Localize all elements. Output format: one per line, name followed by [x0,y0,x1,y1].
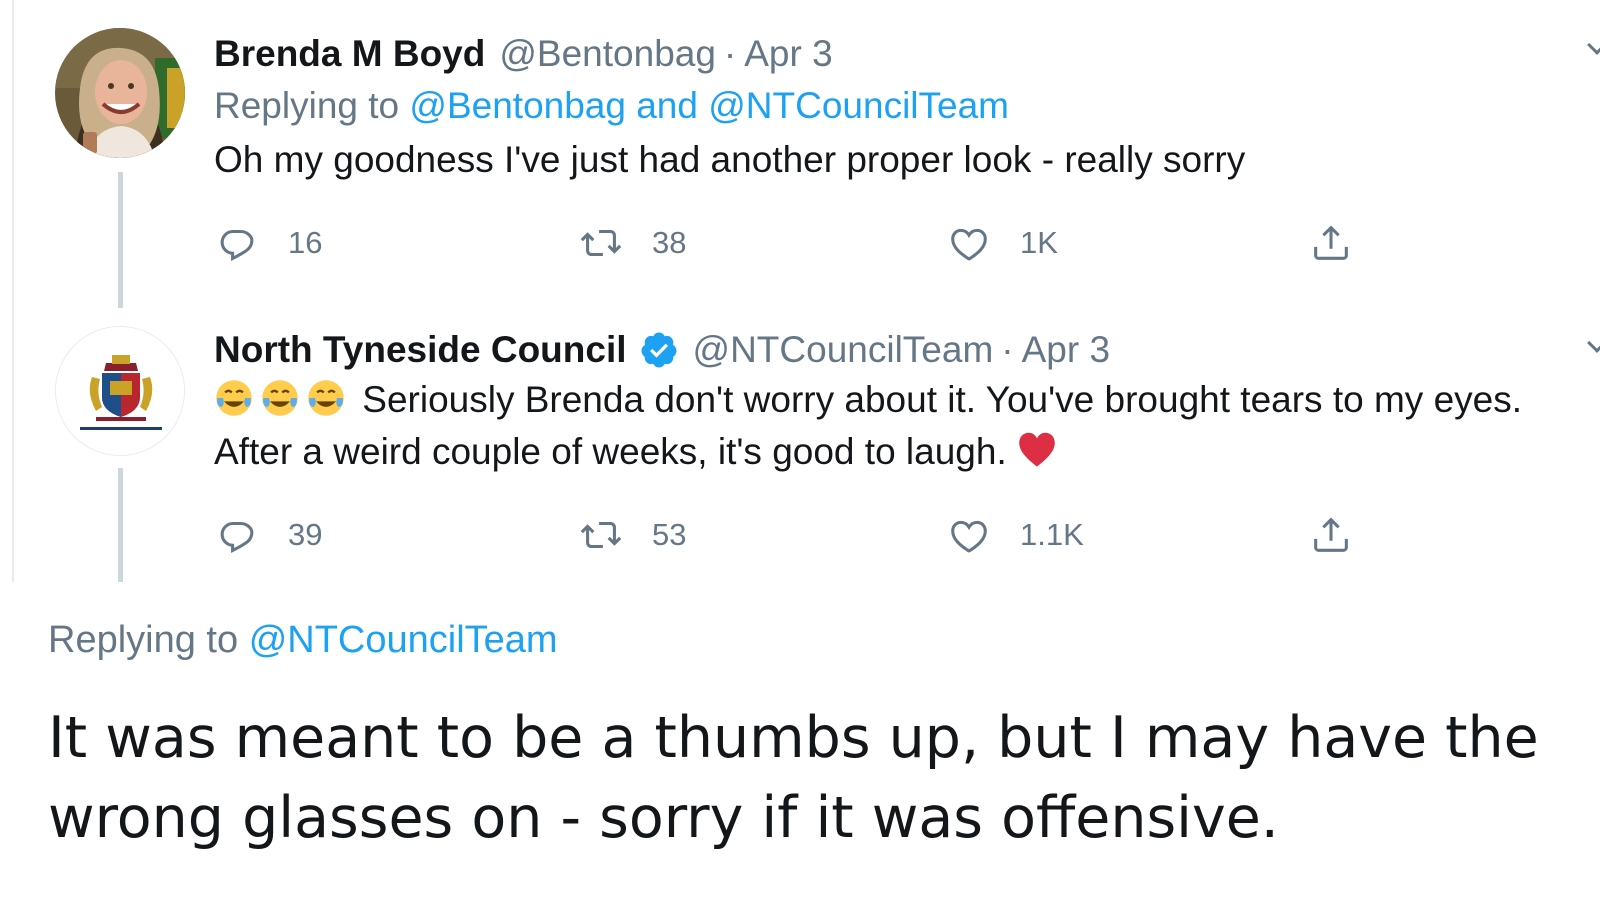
replying-handles-link[interactable]: @Bentonbag and @NTCouncilTeam [409,85,1009,126]
replying-handle-link[interactable]: @NTCouncilTeam [249,619,558,661]
author-handle[interactable]: @NTCouncilTeam [693,326,994,374]
share-button[interactable] [1308,220,1354,266]
profile-photo [55,28,185,158]
avatar[interactable] [55,326,185,456]
chevron-down-icon[interactable] [1587,333,1600,353]
share-icon [1314,517,1348,552]
avatar[interactable] [55,28,185,158]
author-display-name[interactable]: Brenda M Boyd [214,30,485,78]
reply-button[interactable]: 39 [214,512,322,558]
separator-dot: · [723,33,737,74]
tweet-header: North Tyneside Council @NTCouncilTeam · … [214,326,1560,374]
retweet-button[interactable]: 38 [578,220,686,266]
thread-connector-line [118,172,123,308]
chevron-down-icon[interactable] [1587,35,1600,55]
replying-prefix: Replying to [214,85,400,126]
tweet-thread-page: Brenda M Boyd @Bentonbag · Apr 3 Replyin… [0,0,1600,899]
red-heart-emoji [1019,432,1055,467]
tears-of-joy-emoji [262,380,298,416]
separator-dot: · [1001,329,1014,370]
thread-tweet-brenda[interactable]: Brenda M Boyd @Bentonbag · Apr 3 Replyin… [0,0,1600,308]
tweet-text: Oh my goodness I've just had another pro… [214,139,1246,180]
tweet-actions: 16 38 1K [214,218,1374,268]
thread-connector-line [118,468,123,582]
reply-icon [220,521,254,554]
like-count: 1K [1020,225,1058,260]
verified-badge-icon [641,332,677,368]
tweet-content: North Tyneside Council @NTCouncilTeam · … [214,326,1560,478]
tears-of-joy-emoji [308,380,344,416]
reply-icon [220,229,254,262]
retweet-button[interactable]: 53 [578,512,686,558]
reply-button[interactable]: 16 [214,220,322,266]
reply-count: 39 [288,517,323,552]
reply-count: 16 [288,225,323,260]
tweet-text: Seriously Brenda don't worry about it. Y… [214,379,1522,472]
replying-to: Replying to @Bentonbag and @NTCouncilTea… [214,78,1560,134]
tweet-actions: 39 53 1.1K [214,510,1374,560]
tweet-text-container: Seriously Brenda don't worry about it. Y… [214,374,1594,478]
share-button[interactable] [1308,512,1354,558]
author-display-name[interactable]: North Tyneside Council [214,326,627,374]
retweet-icon [580,229,622,257]
tears-of-joy-emoji [216,380,252,416]
tweet-content: Brenda M Boyd @Bentonbag · Apr 3 Replyin… [214,30,1560,186]
main-replying-to: Replying to @NTCouncilTeam [48,612,558,668]
heart-icon [951,520,987,553]
retweet-count: 53 [652,517,687,552]
main-tweet-text: It was meant to be a thumbs up, but I ma… [48,705,1539,851]
tweet-date[interactable]: Apr 3 [744,30,832,78]
author-handle[interactable]: @Bentonbag [499,30,716,78]
replying-prefix: Replying to [48,619,239,661]
tweet-header: Brenda M Boyd @Bentonbag · Apr 3 [214,30,1560,78]
like-button[interactable]: 1K [946,220,1058,266]
heart-icon [951,228,987,261]
like-button[interactable]: 1.1K [946,512,1084,558]
retweet-icon [580,521,622,549]
share-icon [1314,225,1348,260]
like-count: 1.1K [1020,517,1084,552]
retweet-count: 38 [652,225,687,260]
thread-tweet-council[interactable]: North Tyneside Council @NTCouncilTeam · … [0,300,1600,582]
tweet-date[interactable]: Apr 3 [1022,326,1110,374]
council-crest-logo [56,327,184,455]
